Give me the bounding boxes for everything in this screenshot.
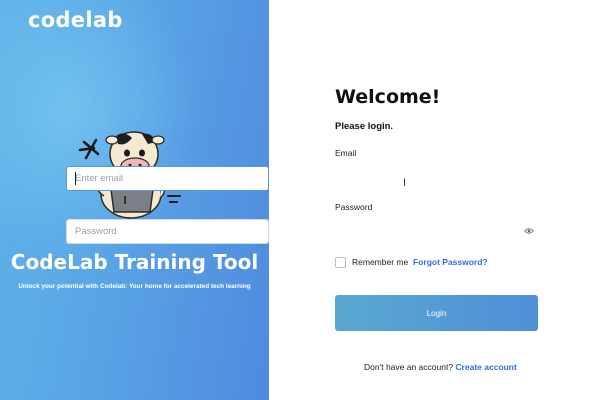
- app-tagline: Unlock your potential with Codelab: Your…: [18, 283, 251, 290]
- password-label: Password: [335, 202, 373, 212]
- login-button[interactable]: Login: [335, 295, 538, 331]
- remember-label[interactable]: Remember me: [352, 257, 408, 267]
- brand-panel: codelab CodeLab Training Tool Unlock you…: [0, 0, 269, 400]
- password-input[interactable]: [66, 219, 269, 244]
- create-account-link[interactable]: Create account: [455, 362, 516, 372]
- forgot-password-link[interactable]: Forgot Password?: [413, 257, 488, 267]
- login-panel: Welcome! Please login. Email Password: [269, 0, 596, 400]
- email-label: Email: [335, 148, 357, 158]
- remember-row: Remember me Forgot Password?: [335, 256, 535, 270]
- welcome-heading: Welcome!: [335, 86, 441, 108]
- email-input[interactable]: [66, 166, 269, 191]
- login-subheading: Please login.: [335, 121, 394, 132]
- signup-text: Don't have an account?: [364, 362, 454, 372]
- codelab-logo: codelab: [28, 8, 123, 32]
- text-caret: [75, 172, 76, 185]
- remember-checkbox[interactable]: [335, 257, 346, 268]
- signup-prompt: Don't have an account? Create account: [364, 362, 517, 372]
- ibeam-cursor-icon: I: [403, 177, 407, 189]
- eye-icon[interactable]: [524, 227, 534, 235]
- app-title: CodeLab Training Tool: [10, 250, 259, 274]
